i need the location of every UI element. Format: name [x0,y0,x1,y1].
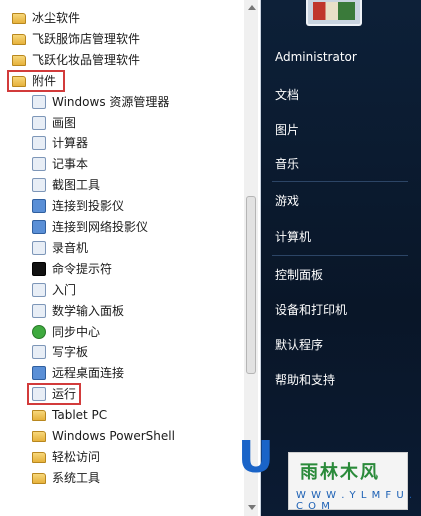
scroll-down-icon[interactable] [248,505,256,510]
program-item[interactable]: 画图 [0,113,240,133]
program-label: 飞跃化妆品管理软件 [32,53,141,67]
program-label: 连接到投影仪 [52,199,125,213]
program-label: 同步中心 [52,325,101,339]
watermark-letter: U [238,432,274,483]
program-label: 画图 [52,116,77,130]
program-item[interactable]: 命令提示符 [0,259,240,279]
program-folder[interactable]: Windows PowerShell [0,426,240,446]
all-programs-panel: 冰尘软件 飞跃服饰店管理软件 飞跃化妆品管理软件 附件 Windows 资源管理器 画图计… [0,0,261,516]
scroll-up-icon[interactable] [248,5,256,10]
folder-icon [32,452,46,463]
remote-desktop-icon [32,366,46,380]
program-label: 计算器 [52,136,89,150]
program-label: 数学输入面板 [52,304,125,318]
folder-icon [12,55,26,66]
command-prompt-icon [32,262,46,276]
program-item[interactable]: Windows 资源管理器 [0,92,240,112]
program-label: 轻松访问 [52,450,101,464]
program-item[interactable]: 连接到网络投影仪 [0,217,240,237]
user-name[interactable]: Administrator [275,50,357,64]
program-folder[interactable]: Tablet PC [0,405,240,425]
network-projector-icon [32,220,46,234]
wordpad-icon [32,345,46,359]
program-label: 命令提示符 [52,262,113,276]
folder-icon [32,431,46,442]
program-label: Windows 资源管理器 [52,95,170,109]
scrollbar-thumb[interactable] [246,196,256,374]
program-item[interactable]: 同步中心 [0,322,240,342]
explorer-icon [32,95,46,109]
program-folder[interactable]: 轻松访问 [0,447,240,467]
pictures-link[interactable]: 图片 [275,121,299,138]
music-link[interactable]: 音乐 [275,155,299,172]
getting-started-icon [32,283,46,297]
folder-icon [12,13,26,24]
program-folder[interactable]: 飞跃化妆品管理软件 [0,50,240,70]
control-panel-link[interactable]: 控制面板 [275,266,323,283]
program-label: Windows PowerShell [52,429,175,443]
program-item[interactable]: 截图工具 [0,175,240,195]
program-label: 截图工具 [52,178,101,192]
program-label: 冰尘软件 [32,11,81,25]
program-label: 入门 [52,283,77,297]
program-label: 飞跃服饰店管理软件 [32,32,141,46]
sync-center-icon [32,325,46,339]
program-item[interactable]: 写字板 [0,342,240,362]
program-label: 连接到网络投影仪 [52,220,149,234]
default-programs-link[interactable]: 默认程序 [275,336,323,353]
games-link[interactable]: 游戏 [275,192,299,209]
watermark-site-name: 雨林木风 [300,462,380,483]
folder-icon [12,34,26,45]
program-item[interactable]: 记事本 [0,154,240,174]
program-label: 写字板 [52,345,89,359]
program-item[interactable]: 录音机 [0,238,240,258]
program-item[interactable]: 数学输入面板 [0,301,240,321]
program-item[interactable]: 入门 [0,280,240,300]
program-folder[interactable]: 冰尘软件 [0,8,240,28]
snipping-tool-icon [32,178,46,192]
math-input-icon [32,304,46,318]
projector-icon [32,199,46,213]
program-label: Tablet PC [52,408,108,422]
highlight-box [7,70,65,92]
folder-icon [32,473,46,484]
devices-printers-link[interactable]: 设备和打印机 [275,301,347,318]
program-item[interactable]: 远程桌面连接 [0,363,240,383]
program-item[interactable]: 连接到投影仪 [0,196,240,216]
highlight-box [27,383,81,405]
right-divider [272,181,408,182]
user-avatar[interactable] [306,0,362,26]
program-label: 系统工具 [52,471,101,485]
folder-icon [32,410,46,421]
paint-icon [32,116,46,130]
program-item[interactable]: 计算器 [0,133,240,153]
start-menu-right-pane [261,0,421,516]
documents-link[interactable]: 文档 [275,86,299,103]
program-label: 录音机 [52,241,89,255]
microphone-icon [32,241,46,255]
program-folder[interactable]: 系统工具 [0,468,240,488]
watermark-site-url: W W W . Y L M F U . C O M [296,490,414,512]
right-divider [272,255,408,256]
calculator-icon [32,136,46,150]
program-folder[interactable]: 飞跃服饰店管理软件 [0,29,240,49]
program-label: 远程桌面连接 [52,366,125,380]
computer-link[interactable]: 计算机 [275,228,311,245]
program-label: 记事本 [52,157,89,171]
help-support-link[interactable]: 帮助和支持 [275,371,335,388]
notepad-icon [32,157,46,171]
